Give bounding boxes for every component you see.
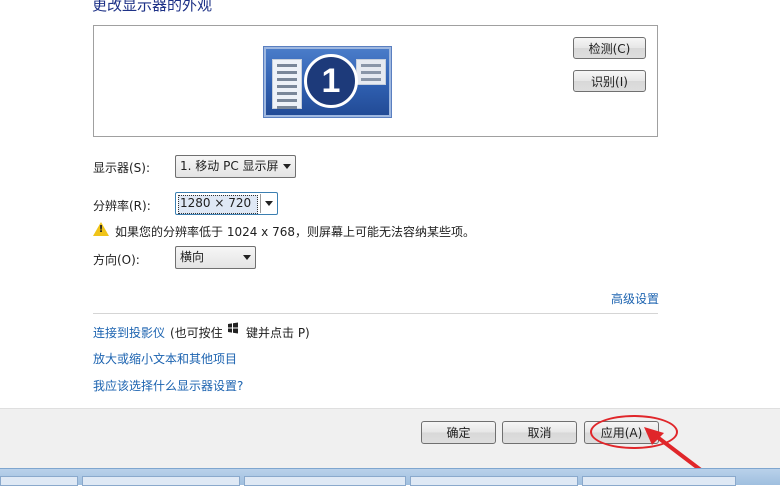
projector-hint-suffix: 键并点击 P)	[246, 326, 310, 340]
connect-projector-link[interactable]: 连接到投影仪	[93, 324, 165, 341]
orientation-select-value: 横向	[180, 250, 205, 264]
resolution-select[interactable]: 1280 × 720	[175, 192, 278, 215]
detect-button[interactable]: 检测(C)	[573, 37, 646, 59]
display-label: 显示器(S):	[93, 161, 151, 175]
dropdown-separator	[260, 194, 261, 213]
monitor-1-thumbnail[interactable]: 1	[263, 46, 392, 118]
resolution-select-value: 1280 × 720	[180, 196, 252, 210]
divider	[93, 313, 658, 314]
display-help-link[interactable]: 我应该选择什么显示器设置?	[93, 377, 243, 394]
chevron-down-icon	[265, 201, 273, 206]
resolution-warning-text: 如果您的分辨率低于 1024 x 768，则屏幕上可能无法容纳某些项。	[115, 225, 475, 239]
advanced-settings-link[interactable]: 高级设置	[611, 290, 659, 307]
display-select[interactable]: 1. 移动 PC 显示屏	[175, 155, 296, 178]
warning-icon-mark: !	[98, 224, 104, 235]
taskbar-item[interactable]	[582, 476, 736, 486]
windows-logo-icon	[228, 322, 238, 334]
cancel-button[interactable]: 取消	[502, 421, 577, 444]
text-size-link[interactable]: 放大或缩小文本和其他项目	[93, 350, 237, 367]
identify-button[interactable]: 识别(I)	[573, 70, 646, 92]
taskbar-item[interactable]	[0, 476, 78, 486]
taskbar-item[interactable]	[410, 476, 578, 486]
ok-button[interactable]: 确定	[421, 421, 496, 444]
projector-hint-prefix: (也可按住	[170, 326, 223, 340]
mini-window-icon	[356, 59, 386, 85]
orientation-select[interactable]: 横向	[175, 246, 256, 269]
taskbar-item[interactable]	[82, 476, 240, 486]
monitor-number-badge: 1	[304, 54, 358, 108]
chevron-down-icon	[283, 164, 291, 169]
chevron-down-icon	[243, 255, 251, 260]
mini-window-icon	[272, 59, 302, 109]
resolution-label: 分辨率(R):	[93, 199, 151, 213]
taskbar-item[interactable]	[244, 476, 406, 486]
page-title: 更改显示器的外观	[92, 0, 213, 14]
display-select-value: 1. 移动 PC 显示屏	[180, 159, 279, 173]
orientation-label: 方向(O):	[93, 253, 140, 267]
